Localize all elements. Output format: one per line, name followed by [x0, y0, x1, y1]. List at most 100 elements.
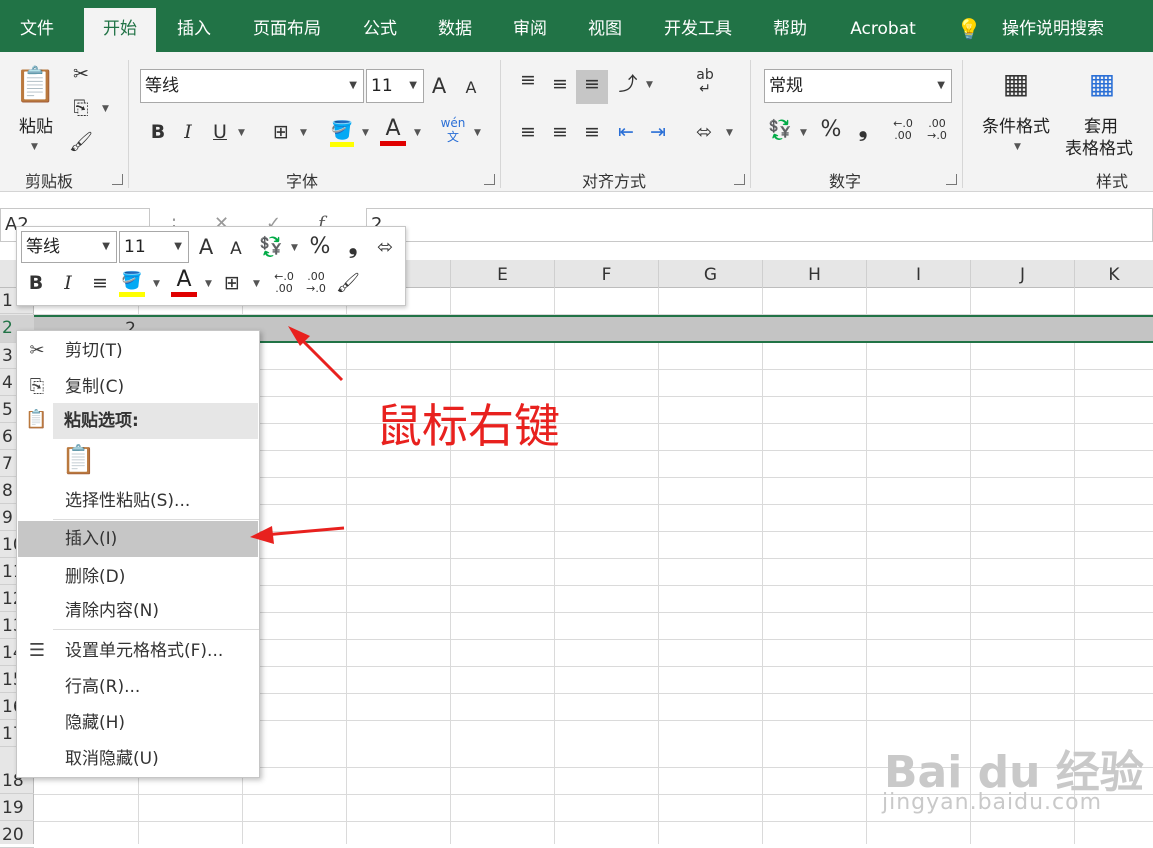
borders-icon[interactable]: ⊞: [268, 118, 294, 146]
decrease-indent-icon[interactable]: ⇤: [612, 118, 640, 146]
tab-review[interactable]: 审阅: [502, 10, 558, 52]
tab-help[interactable]: 帮助: [762, 10, 818, 52]
tab-home[interactable]: 开始: [84, 8, 156, 52]
percent-button[interactable]: %: [818, 116, 844, 144]
accounting-format-icon[interactable]: 💱: [766, 116, 794, 144]
tell-me-search[interactable]: 操作说明搜索: [990, 10, 1116, 52]
mini-font-name-combo[interactable]: 等线 ▼: [21, 231, 117, 263]
conditional-formatting-icon[interactable]: ▦: [994, 62, 1038, 106]
mini-shrink-font-icon[interactable]: A: [225, 235, 247, 263]
align-middle-icon[interactable]: ≡: [546, 70, 574, 98]
accounting-dropdown-arrow[interactable]: ▼: [800, 128, 807, 138]
fill-color-icon[interactable]: 🪣: [330, 120, 354, 147]
merge-dropdown-arrow[interactable]: ▼: [726, 128, 733, 138]
copy-icon[interactable]: ⎘: [68, 94, 94, 122]
menu-item-copy[interactable]: ⎘ 复制(C): [18, 369, 258, 405]
borders-dropdown-arrow[interactable]: ▼: [300, 128, 307, 138]
tab-view[interactable]: 视图: [576, 10, 634, 52]
align-bottom-icon[interactable]: ≡: [576, 70, 608, 104]
menu-item-insert[interactable]: 插入(I): [18, 521, 258, 557]
tab-file[interactable]: 文件: [8, 10, 66, 52]
tab-formulas[interactable]: 公式: [352, 10, 408, 52]
font-color-icon[interactable]: A: [380, 116, 406, 146]
mini-comma-button[interactable]: ❟: [343, 233, 363, 261]
menu-item-row-height[interactable]: 行高(R)...: [18, 669, 258, 705]
paste-option-icon[interactable]: 📋: [61, 443, 96, 479]
mini-grow-font-icon[interactable]: A: [195, 233, 217, 261]
align-center-icon[interactable]: ≡: [546, 118, 574, 146]
grow-font-icon[interactable]: A: [428, 72, 450, 100]
mini-borders-dropdown-arrow[interactable]: ▼: [253, 279, 260, 289]
paste-icon[interactable]: 📋: [14, 62, 56, 108]
menu-item-clear-contents[interactable]: 清除内容(N): [18, 593, 258, 629]
align-top-icon[interactable]: ≡: [514, 66, 542, 94]
formula-input[interactable]: 2: [366, 208, 1153, 242]
paste-dropdown-arrow[interactable]: ▼: [31, 142, 38, 152]
mini-align-center-icon[interactable]: ≡: [87, 269, 113, 297]
format-as-table-icon[interactable]: ▦: [1080, 62, 1124, 106]
italic-button[interactable]: I: [176, 118, 200, 146]
column-header-i[interactable]: I: [866, 260, 970, 288]
mini-format-painter-icon[interactable]: 🖌: [335, 269, 361, 297]
column-header-e[interactable]: E: [450, 260, 554, 288]
row-header-20[interactable]: 20: [0, 822, 34, 848]
mini-italic-button[interactable]: I: [57, 269, 79, 297]
alignment-launcher-icon[interactable]: [734, 174, 745, 185]
tab-page-layout[interactable]: 页面布局: [240, 10, 334, 52]
font-size-combo[interactable]: 11 ▼: [366, 69, 424, 103]
mini-percent-button[interactable]: %: [307, 233, 333, 261]
mini-accounting-icon[interactable]: 💱: [257, 233, 285, 261]
decrease-decimal-icon[interactable]: .00 →.0: [922, 118, 952, 142]
tab-developer[interactable]: 开发工具: [652, 10, 744, 52]
mini-font-size-combo[interactable]: 11 ▼: [119, 231, 189, 263]
underline-dropdown-arrow[interactable]: ▼: [238, 128, 245, 138]
phonetic-icon[interactable]: wén 文: [440, 116, 466, 144]
clipboard-launcher-icon[interactable]: [112, 174, 123, 185]
conditional-formatting-dropdown-arrow[interactable]: ▼: [1014, 142, 1021, 152]
menu-item-paste-special[interactable]: 选择性粘贴(S)...: [18, 483, 258, 519]
format-as-table-label-2[interactable]: 表格格式: [1058, 134, 1140, 159]
mini-borders-icon[interactable]: ⊞: [219, 269, 245, 297]
tab-insert[interactable]: 插入: [166, 10, 222, 52]
copy-dropdown-arrow[interactable]: ▼: [102, 104, 109, 114]
mini-fill-dropdown-arrow[interactable]: ▼: [153, 279, 160, 289]
menu-item-format-cells[interactable]: ☰ 设置单元格格式(F)...: [18, 633, 258, 669]
wrap-text-icon[interactable]: ab ↵: [692, 68, 718, 96]
menu-item-delete[interactable]: 删除(D): [18, 559, 258, 595]
align-right-icon[interactable]: ≡: [578, 118, 606, 146]
column-header-f[interactable]: F: [554, 260, 658, 288]
shrink-font-icon[interactable]: A: [460, 74, 482, 102]
font-launcher-icon[interactable]: [484, 174, 495, 185]
font-color-dropdown-arrow[interactable]: ▼: [414, 128, 421, 138]
phonetic-dropdown-arrow[interactable]: ▼: [474, 128, 481, 138]
conditional-formatting-label[interactable]: 条件格式: [976, 112, 1056, 137]
bold-button[interactable]: B: [146, 118, 170, 146]
column-header-h[interactable]: H: [762, 260, 866, 288]
increase-decimal-icon[interactable]: ←.0.00: [888, 118, 918, 142]
menu-item-unhide[interactable]: 取消隐藏(U): [18, 741, 258, 777]
menu-item-hide[interactable]: 隐藏(H): [18, 705, 258, 741]
mini-fill-color-icon[interactable]: 🪣: [119, 271, 145, 297]
mini-font-color-dropdown-arrow[interactable]: ▼: [205, 279, 212, 289]
row-header-19[interactable]: 19: [0, 795, 34, 821]
font-name-combo[interactable]: 等线 ▼: [140, 69, 364, 103]
column-header-g[interactable]: G: [658, 260, 762, 288]
tab-acrobat[interactable]: Acrobat: [836, 10, 930, 52]
format-painter-icon[interactable]: 🖌: [68, 128, 94, 156]
orientation-dropdown-arrow[interactable]: ▼: [646, 80, 653, 90]
mini-accounting-dropdown-arrow[interactable]: ▼: [291, 243, 298, 253]
tab-data[interactable]: 数据: [426, 10, 484, 52]
mini-merge-icon[interactable]: ⬄: [371, 233, 399, 261]
column-header-k[interactable]: K: [1074, 260, 1153, 288]
mini-font-color-icon[interactable]: A: [171, 267, 197, 297]
mini-increase-decimal-icon[interactable]: ←.0 .00: [269, 271, 299, 295]
comma-button[interactable]: ❟: [852, 116, 874, 144]
number-launcher-icon[interactable]: [946, 174, 957, 185]
cut-icon[interactable]: ✂: [68, 60, 94, 88]
column-header-j[interactable]: J: [970, 260, 1074, 288]
increase-indent-icon[interactable]: ⇥: [644, 118, 672, 146]
mini-decrease-decimal-icon[interactable]: .00 →.0: [301, 271, 331, 295]
orientation-icon[interactable]: ⤴: [614, 70, 642, 98]
paste-button-label[interactable]: 粘贴: [14, 112, 58, 137]
merge-center-icon[interactable]: ⬄: [690, 118, 718, 146]
